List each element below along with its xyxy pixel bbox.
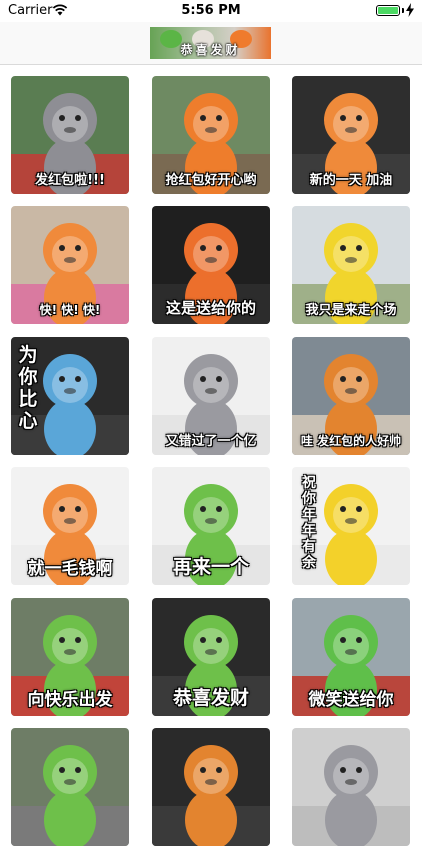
charging-bolt-icon <box>406 3 414 17</box>
sticker-tile[interactable]: 我只是来走个场 <box>292 206 410 324</box>
sticker-tile[interactable]: 再来一个 <box>152 467 270 585</box>
status-time: 5:56 PM <box>181 3 241 18</box>
sticker-caption: 哇 发红包的人好帅 <box>300 434 402 448</box>
sticker-tile[interactable]: 恭喜发财 <box>152 598 270 716</box>
battery-icon <box>376 5 400 16</box>
sticker-tile[interactable]: 微笑送给你 <box>292 598 410 716</box>
sticker-image <box>152 728 270 846</box>
banner-title: 恭喜发财 <box>180 43 241 57</box>
sticker-tile[interactable] <box>292 728 410 846</box>
sticker-tile[interactable] <box>11 728 129 846</box>
sticker-caption: 抢红包好开心哟 <box>165 173 257 188</box>
sticker-tile[interactable]: 为你比心 <box>11 337 129 455</box>
sticker-image <box>292 728 410 846</box>
sticker-caption: 新的一天 加油 <box>309 173 393 188</box>
sticker-caption: 祝你年年有余 <box>302 475 316 572</box>
sticker-caption: 发红包啦!!! <box>35 173 105 188</box>
sticker-tile[interactable] <box>152 728 270 846</box>
sticker-tile[interactable]: 就一毛钱啊 <box>11 467 129 585</box>
sticker-tile[interactable]: 抢红包好开心哟 <box>152 76 270 194</box>
sticker-caption: 向快乐出发 <box>27 690 113 710</box>
sticker-tile[interactable]: 哇 发红包的人好帅 <box>292 337 410 455</box>
sticker-caption: 快! 快! 快! <box>39 303 101 317</box>
sticker-caption: 恭喜发财 <box>172 687 249 709</box>
sticker-caption: 再来一个 <box>172 556 249 578</box>
sticker-tile[interactable]: 祝你年年有余 <box>292 467 410 585</box>
sticker-tile[interactable]: 新的一天 加油 <box>292 76 410 194</box>
sticker-caption: 我只是来走个场 <box>305 303 397 318</box>
sticker-caption: 微笑送给你 <box>308 690 394 710</box>
sticker-caption: 为你比心 <box>18 344 38 432</box>
sticker-tile[interactable]: 又错过了一个亿 <box>152 337 270 455</box>
title-banner[interactable]: 恭喜发财 <box>150 27 271 59</box>
sticker-image <box>11 728 129 846</box>
sticker-caption: 这是送给你的 <box>165 299 256 317</box>
sticker-tile[interactable]: 这是送给你的 <box>152 206 270 324</box>
sticker-tile[interactable]: 发红包啦!!! <box>11 76 129 194</box>
battery-nub <box>402 8 404 13</box>
navigation-bar: 恭喜发财 <box>0 22 422 65</box>
sticker-caption: 又错过了一个亿 <box>165 434 257 449</box>
sticker-tile[interactable]: 向快乐出发 <box>11 598 129 716</box>
sticker-caption: 就一毛钱啊 <box>27 559 113 579</box>
status-bar: Carrier 5:56 PM <box>0 0 422 22</box>
sticker-tile[interactable]: 快! 快! 快! <box>11 206 129 324</box>
